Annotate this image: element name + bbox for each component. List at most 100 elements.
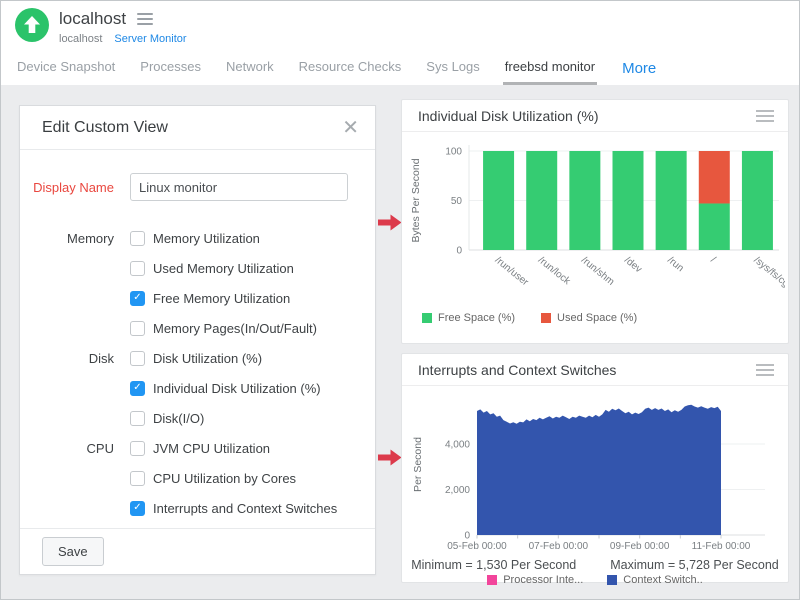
checkbox-disk-utilization[interactable] — [130, 351, 145, 366]
chart-summary: Minimum = 1,530 Per Second Maximum = 5,7… — [402, 558, 788, 572]
svg-text:/run: /run — [665, 255, 685, 274]
tab-resource-checks[interactable]: Resource Checks — [297, 51, 404, 85]
svg-text:/run/shm: /run/shm — [579, 255, 616, 288]
checkbox-individual-disk-utilization[interactable] — [130, 381, 145, 396]
group-label-disk: Disk — [20, 351, 114, 366]
metric-row: Memory Pages(In/Out/Fault) — [20, 313, 375, 343]
disk-utilization-chart: 0 50 100/run/user/run/lock/run/shm/dev/run… — [402, 132, 788, 309]
svg-text:07-Feb 00:00: 07-Feb 00:00 — [529, 541, 589, 550]
interrupts-chart-legend: Processor Inte... Context Switch.. — [402, 574, 788, 586]
group-label-memory: Memory — [20, 231, 114, 246]
close-icon[interactable]: ✕ — [342, 118, 359, 138]
metric-label: Disk(I/O) — [153, 411, 204, 426]
monitor-title: localhost — [59, 9, 126, 29]
svg-text:100: 100 — [445, 147, 462, 158]
maximum-value: Maximum = 5,728 Per Second — [610, 558, 779, 572]
bar-used-5 — [699, 151, 730, 203]
nav-tabs: Device Snapshot Processes Network Resource … — [15, 51, 656, 85]
bar-free-3 — [613, 151, 644, 250]
bar-free-1 — [526, 151, 557, 250]
svg-text:/sys/fs/cgroup: /sys/fs/cgroup — [752, 255, 785, 303]
checkbox-jvm-cpu-utilization[interactable] — [130, 441, 145, 456]
tab-processes[interactable]: Processes — [138, 51, 203, 85]
interrupts-chart-title: Interrupts and Context Switches — [418, 362, 616, 378]
minimum-value: Minimum = 1,530 Per Second — [411, 558, 576, 572]
red-arrow-icon-cpu — [378, 449, 402, 466]
tab-sys-logs[interactable]: Sys Logs — [424, 51, 481, 85]
svg-text:4,000: 4,000 — [445, 440, 470, 451]
monitor-status-icon — [15, 8, 49, 42]
svg-text:05-Feb 00:00: 05-Feb 00:00 — [447, 541, 507, 550]
metric-label: Memory Utilization — [153, 231, 260, 246]
legend-item-processor-inte[interactable]: Processor Inte... — [487, 574, 583, 586]
checkbox-memory-pages-in-out-fault[interactable] — [130, 321, 145, 336]
svg-text:/: / — [708, 255, 717, 265]
page: localhost localhost Server Monitor Devic… — [0, 0, 800, 600]
svg-text:09-Feb 00:00: 09-Feb 00:00 — [610, 541, 670, 550]
checkbox-used-memory-utilization[interactable] — [130, 261, 145, 276]
edit-custom-view-dialog: Edit Custom View ✕ Display Name MemoryMe… — [19, 105, 376, 575]
metric-row: Individual Disk Utilization (%) — [20, 373, 375, 403]
bar-free-0 — [483, 151, 514, 250]
bar-free-2 — [569, 151, 600, 250]
chart-menu-icon[interactable] — [756, 110, 774, 122]
metric-row: Memory Memory Utilization — [20, 223, 375, 253]
metric-row: Disk(I/O) — [20, 403, 375, 433]
dialog-title: Edit Custom View — [42, 119, 168, 137]
save-button[interactable]: Save — [42, 537, 104, 566]
metric-label: Interrupts and Context Switches — [153, 501, 337, 516]
checkbox-interrupts-and-context-switches[interactable] — [130, 501, 145, 516]
svg-text:Bytes Per Second: Bytes Per Second — [410, 158, 422, 242]
metric-label: Free Memory Utilization — [153, 291, 290, 306]
svg-text:/run/user: /run/user — [493, 255, 531, 289]
app-header: localhost localhost Server Monitor — [1, 1, 799, 51]
svg-text:0: 0 — [464, 531, 470, 542]
tab-more[interactable]: More — [622, 51, 656, 85]
tab-freebsd-monitor[interactable]: freebsd monitor — [503, 51, 597, 85]
metric-label: CPU Utilization by Cores — [153, 471, 296, 486]
metric-label: Disk Utilization (%) — [153, 351, 262, 366]
svg-text:Per Second: Per Second — [412, 437, 424, 492]
metric-checkbox-list: Memory Memory Utilization Used Memory Util… — [20, 223, 375, 523]
svg-text:11-Feb 00:00: 11-Feb 00:00 — [692, 541, 751, 550]
red-arrow-icon-disk — [378, 214, 402, 231]
display-name-input[interactable] — [130, 173, 348, 201]
hamburger-menu-icon[interactable] — [137, 13, 153, 25]
metric-label: Individual Disk Utilization (%) — [153, 381, 321, 396]
bar-free-4 — [656, 151, 687, 250]
server-monitor-link[interactable]: Server Monitor — [114, 33, 186, 45]
group-label-cpu: CPU — [20, 441, 114, 456]
legend-item-free-space[interactable]: Free Space (%) — [422, 312, 515, 324]
bar-free-5 — [699, 203, 730, 250]
legend-item-used-space[interactable]: Used Space (%) — [541, 312, 637, 324]
disk-chart-title: Individual Disk Utilization (%) — [418, 108, 599, 124]
metric-row: Free Memory Utilization — [20, 283, 375, 313]
monitor-subname: localhost — [59, 33, 102, 45]
metric-row: Used Memory Utilization — [20, 253, 375, 283]
svg-text:/run/lock: /run/lock — [536, 255, 573, 288]
checkbox-disk-i-o[interactable] — [130, 411, 145, 426]
disk-utilization-panel: Individual Disk Utilization (%) 0 50 100/r… — [401, 99, 789, 344]
checkbox-memory-utilization[interactable] — [130, 231, 145, 246]
legend-swatch — [487, 575, 497, 585]
svg-text:50: 50 — [451, 196, 463, 207]
svg-text:0: 0 — [456, 246, 462, 257]
chart-menu-icon[interactable] — [756, 364, 774, 376]
legend-swatch — [541, 313, 551, 323]
metric-row: CPU Utilization by Cores — [20, 463, 375, 493]
disk-chart-legend: Free Space (%) Used Space (%) — [422, 312, 788, 324]
interrupts-panel: Interrupts and Context Switches 02,0004,… — [401, 353, 789, 583]
metric-row: Interrupts and Context Switches — [20, 493, 375, 523]
legend-swatch — [422, 313, 432, 323]
interrupts-chart: 02,0004,00005-Feb 00:0007-Feb 00:0009-Fe… — [402, 386, 788, 555]
legend-item-context-switch[interactable]: Context Switch.. — [607, 574, 702, 586]
checkbox-free-memory-utilization[interactable] — [130, 291, 145, 306]
svg-text:/dev: /dev — [622, 255, 644, 275]
tab-device-snapshot[interactable]: Device Snapshot — [15, 51, 117, 85]
bar-free-6 — [742, 151, 773, 250]
display-name-label: Display Name — [20, 180, 114, 195]
metric-row: CPUJVM CPU Utilization — [20, 433, 375, 463]
checkbox-cpu-utilization-by-cores[interactable] — [130, 471, 145, 486]
metric-row: Disk Disk Utilization (%) — [20, 343, 375, 373]
tab-network[interactable]: Network — [224, 51, 276, 85]
